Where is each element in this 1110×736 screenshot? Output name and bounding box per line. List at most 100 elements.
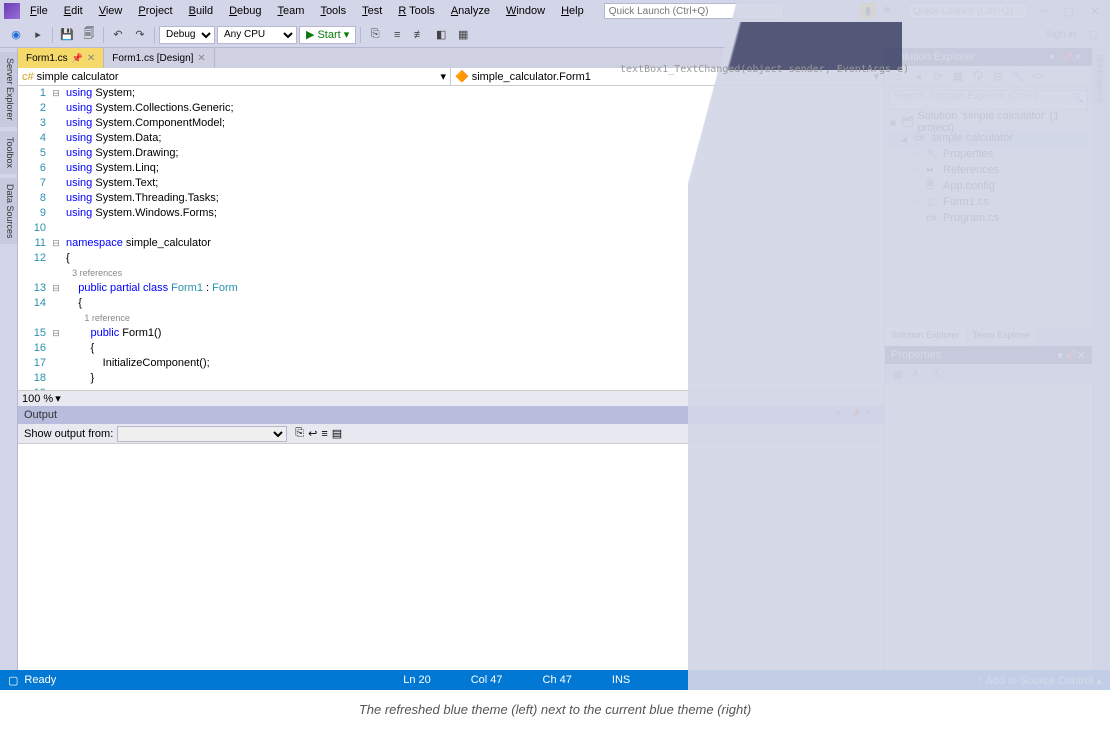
- se-view-icon[interactable]: <>: [1029, 68, 1047, 86]
- quick-launch-input-right[interactable]: [908, 3, 1028, 19]
- minimize-button[interactable]: ―: [1032, 3, 1054, 19]
- menu-build[interactable]: Build: [183, 3, 219, 19]
- breadcrumb-namespace[interactable]: c#simple calculator▾: [18, 68, 451, 85]
- menu-view[interactable]: View: [93, 3, 129, 19]
- bookmark-icon[interactable]: ◧: [431, 25, 451, 45]
- se-back-icon[interactable]: ◂: [909, 68, 927, 86]
- pane-close-icon[interactable]: ✕: [1077, 349, 1086, 362]
- pane-pin-icon[interactable]: 📌: [1062, 52, 1074, 63]
- quick-launch-input[interactable]: [604, 3, 784, 19]
- status-icon: ▢: [8, 674, 18, 687]
- dark-theme-snippet: textBox1_TextChanged(object sender, Even…: [620, 64, 909, 75]
- pane-dropdown-icon[interactable]: ▾: [1050, 52, 1062, 63]
- notification-icon[interactable]: ▮: [860, 3, 876, 19]
- menu-r-tools[interactable]: R Tools: [392, 3, 441, 19]
- output-from-label: Show output from:: [24, 428, 113, 440]
- tree-node[interactable]: c#Program.cs: [889, 210, 1088, 226]
- status-ready: Ready: [24, 674, 56, 686]
- rail-server-explorer[interactable]: Server Explorer: [0, 52, 17, 127]
- tree-node[interactable]: ▷🔧Properties: [889, 146, 1088, 162]
- output-wrap-icon[interactable]: ↩: [308, 427, 317, 440]
- pane-pin-icon[interactable]: 📌: [1063, 349, 1077, 362]
- save-icon[interactable]: 💾: [57, 25, 77, 45]
- comment-icon[interactable]: ≡: [387, 25, 407, 45]
- account-icon[interactable]: ▢: [1084, 25, 1104, 45]
- tree-node[interactable]: ▷📰Form1.cs: [889, 194, 1088, 210]
- status-ins: INS: [612, 674, 630, 686]
- platform-dropdown[interactable]: Any CPU: [217, 26, 297, 44]
- pane-dropdown-icon[interactable]: ▾: [836, 408, 850, 422]
- menu-project[interactable]: Project: [132, 3, 178, 19]
- menu-team[interactable]: Team: [272, 3, 311, 19]
- tree-node[interactable]: 🗎App.config: [889, 178, 1088, 194]
- menu-window[interactable]: Window: [500, 3, 551, 19]
- menu-bar: FileEditViewProject BuildDebug TeamToolsTe…: [0, 0, 1110, 22]
- menu-edit[interactable]: Edit: [58, 3, 89, 19]
- menu-debug[interactable]: Debug: [223, 3, 267, 19]
- explorer-tab[interactable]: Team Explorer: [967, 328, 1038, 346]
- output-t4-icon[interactable]: ▤: [332, 427, 342, 440]
- solution-explorer-title: Solution Explorer ▾ 📌 ✕: [885, 48, 1092, 66]
- output-body[interactable]: [18, 444, 884, 670]
- se-collapse-icon[interactable]: ⊟: [989, 68, 1007, 86]
- pane-close-icon[interactable]: ✕: [864, 408, 878, 422]
- close-icon[interactable]: ✕: [197, 53, 205, 64]
- doc-tab[interactable]: Form1.cs [Design]✕: [104, 48, 215, 68]
- nav-back-icon[interactable]: ◉: [6, 25, 26, 45]
- properties-title: Properties ▾ 📌 ✕: [885, 346, 1092, 364]
- solution-tree[interactable]: ▣🗂Solution 'simple calculator' (1 projec…: [885, 112, 1092, 228]
- menu-analyze[interactable]: Analyze: [445, 3, 496, 19]
- save-all-icon[interactable]: 🗐: [79, 25, 99, 45]
- se-props-icon[interactable]: 🔧: [1009, 68, 1027, 86]
- uncomment-icon[interactable]: ≢: [409, 25, 429, 45]
- status-bar: ▢ Ready Ln 20 Col 47 Ch 47 INS ↑ Add to …: [0, 670, 1110, 690]
- menu-help[interactable]: Help: [555, 3, 590, 19]
- standard-toolbar: ◉ ▸ 💾 🗐 ↶ ↷ Debug Any CPU ▶Start▾ ⎘ ≡ ≢ …: [0, 22, 1110, 48]
- undo-icon[interactable]: ↶: [108, 25, 128, 45]
- properties-body[interactable]: [885, 384, 1092, 670]
- solution-explorer-tabs: Solution ExplorerTeam Explorer: [885, 328, 1092, 346]
- close-icon[interactable]: ✕: [87, 53, 95, 64]
- status-ch: Ch 47: [543, 674, 572, 686]
- pane-close-icon[interactable]: ✕: [1074, 52, 1086, 63]
- props-cat-icon[interactable]: ▦: [889, 366, 907, 382]
- code-editor[interactable]: 1234567891011121314151617181920212223242…: [18, 86, 884, 390]
- left-tool-rail: Server Explorer Toolbox Data Sources: [0, 48, 18, 670]
- output-source-dropdown[interactable]: [117, 426, 287, 442]
- menu-test[interactable]: Test: [356, 3, 388, 19]
- output-t3-icon[interactable]: ≡: [321, 428, 327, 440]
- source-control-button[interactable]: ↑ Add to Source Control ▴: [977, 674, 1102, 687]
- doc-tab[interactable]: Form1.cs📌✕: [18, 48, 104, 68]
- misc-icon[interactable]: ▦: [453, 25, 473, 45]
- rail-notifications[interactable]: Notifications: [1093, 48, 1107, 109]
- image-caption: The refreshed blue theme (left) next to …: [0, 690, 1110, 729]
- tree-node[interactable]: ▣🗂Solution 'simple calculator' (1 projec…: [889, 114, 1088, 130]
- config-dropdown[interactable]: Debug: [159, 26, 215, 44]
- nav-fwd-icon[interactable]: ▸: [28, 25, 48, 45]
- menu-tools[interactable]: Tools: [314, 3, 352, 19]
- output-pane-title: Output ▾ 📌 ✕: [18, 406, 884, 424]
- tree-node[interactable]: ▷▪▪References: [889, 162, 1088, 178]
- step-icon[interactable]: ⎘: [365, 25, 385, 45]
- close-button[interactable]: ✕: [1084, 3, 1106, 19]
- pane-pin-icon[interactable]: 📌: [850, 408, 864, 422]
- se-showall-icon[interactable]: ▦: [949, 68, 967, 86]
- se-refresh-icon[interactable]: 🗘: [969, 68, 987, 86]
- explorer-tab[interactable]: Solution Explorer: [885, 328, 967, 346]
- menu-file[interactable]: File: [24, 3, 54, 19]
- se-sync-icon[interactable]: ⟳: [929, 68, 947, 86]
- start-button[interactable]: ▶Start▾: [299, 26, 356, 44]
- rail-data-sources[interactable]: Data Sources: [0, 178, 17, 245]
- output-clear-icon[interactable]: ⎘: [295, 427, 304, 440]
- zoom-indicator[interactable]: 100 %▾: [18, 390, 884, 406]
- props-az-icon[interactable]: A↓: [909, 366, 927, 382]
- rail-toolbox[interactable]: Toolbox: [0, 131, 17, 174]
- se-search-input[interactable]: Search Solution Explorer (Ctrl+;): [889, 90, 1088, 110]
- feedback-flag-icon[interactable]: ⚑: [880, 4, 894, 18]
- props-wrench-icon[interactable]: 🔧: [929, 366, 947, 382]
- redo-icon[interactable]: ↷: [130, 25, 150, 45]
- sign-in-link[interactable]: Sign in: [1045, 29, 1076, 40]
- right-tool-rail: Notifications: [1092, 48, 1110, 670]
- pin-icon[interactable]: 📌: [72, 53, 83, 64]
- maximize-button[interactable]: ▢: [1058, 3, 1080, 19]
